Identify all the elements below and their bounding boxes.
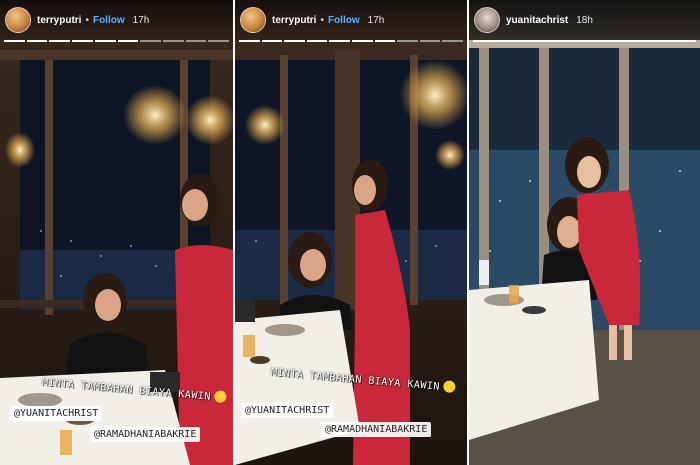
mention-tag[interactable]: @RAMADHANIABAKRIE: [321, 422, 432, 437]
mention-tag[interactable]: @YUANITACHRIST: [241, 403, 334, 418]
progress-segment: [419, 40, 441, 42]
progress-segment: [239, 40, 260, 42]
username[interactable]: terryputri: [272, 15, 316, 26]
laughing-emoji-icon: [442, 380, 456, 394]
story-header: terryputri • Follow 17h: [235, 0, 467, 40]
mention-tag[interactable]: @YUANITACHRIST: [10, 406, 103, 421]
username[interactable]: yuanitachrist: [506, 15, 568, 26]
progress-segment: [397, 40, 418, 42]
separator-dot: •: [85, 14, 89, 26]
follow-button[interactable]: Follow: [328, 15, 360, 26]
progress-segment: [162, 40, 184, 42]
progress-segment: [185, 40, 207, 42]
progress-segment: [208, 40, 230, 42]
progress-segment: [306, 40, 328, 42]
username[interactable]: terryputri: [37, 15, 81, 26]
story-photo: [235, 0, 467, 465]
progress-segment: [442, 40, 463, 42]
mention-tag[interactable]: @RAMADHANIABAKRIE: [90, 427, 201, 442]
timestamp: 17h: [367, 14, 385, 26]
timestamp: 18h: [576, 14, 593, 26]
story-progress-bar: [473, 40, 696, 43]
progress-segment: [329, 40, 350, 42]
story-photo: [469, 0, 700, 465]
laughing-emoji-icon: [213, 390, 227, 404]
separator-dot: •: [320, 14, 324, 26]
avatar[interactable]: [474, 7, 500, 33]
progress-segment: [4, 40, 25, 42]
progress-segment: [117, 40, 139, 42]
progress-segment: [261, 40, 283, 42]
story-panel-1[interactable]: terryputri • Follow 17h MINTA TAMBAHAN B…: [0, 0, 233, 465]
story-progress-bar: [4, 40, 230, 43]
timestamp: 17h: [132, 14, 150, 26]
progress-segment: [351, 40, 373, 42]
story-header: yuanitachrist 18h: [469, 0, 700, 40]
progress-segment: [72, 40, 93, 42]
avatar[interactable]: [5, 7, 31, 33]
progress-segment: [473, 40, 696, 42]
story-panel-3[interactable]: yuanitachrist 18h: [469, 0, 700, 465]
story-progress-bar: [239, 40, 463, 43]
follow-button[interactable]: Follow: [93, 15, 125, 26]
progress-segment: [140, 40, 161, 42]
story-panel-2[interactable]: terryputri • Follow 17h MINTA TAMBAHAN B…: [235, 0, 467, 465]
story-header: terryputri • Follow 17h: [0, 0, 233, 40]
progress-segment: [26, 40, 48, 42]
progress-segment: [94, 40, 116, 42]
avatar[interactable]: [240, 7, 266, 33]
progress-segment: [49, 40, 71, 42]
progress-segment: [374, 40, 396, 42]
progress-segment: [284, 40, 305, 42]
